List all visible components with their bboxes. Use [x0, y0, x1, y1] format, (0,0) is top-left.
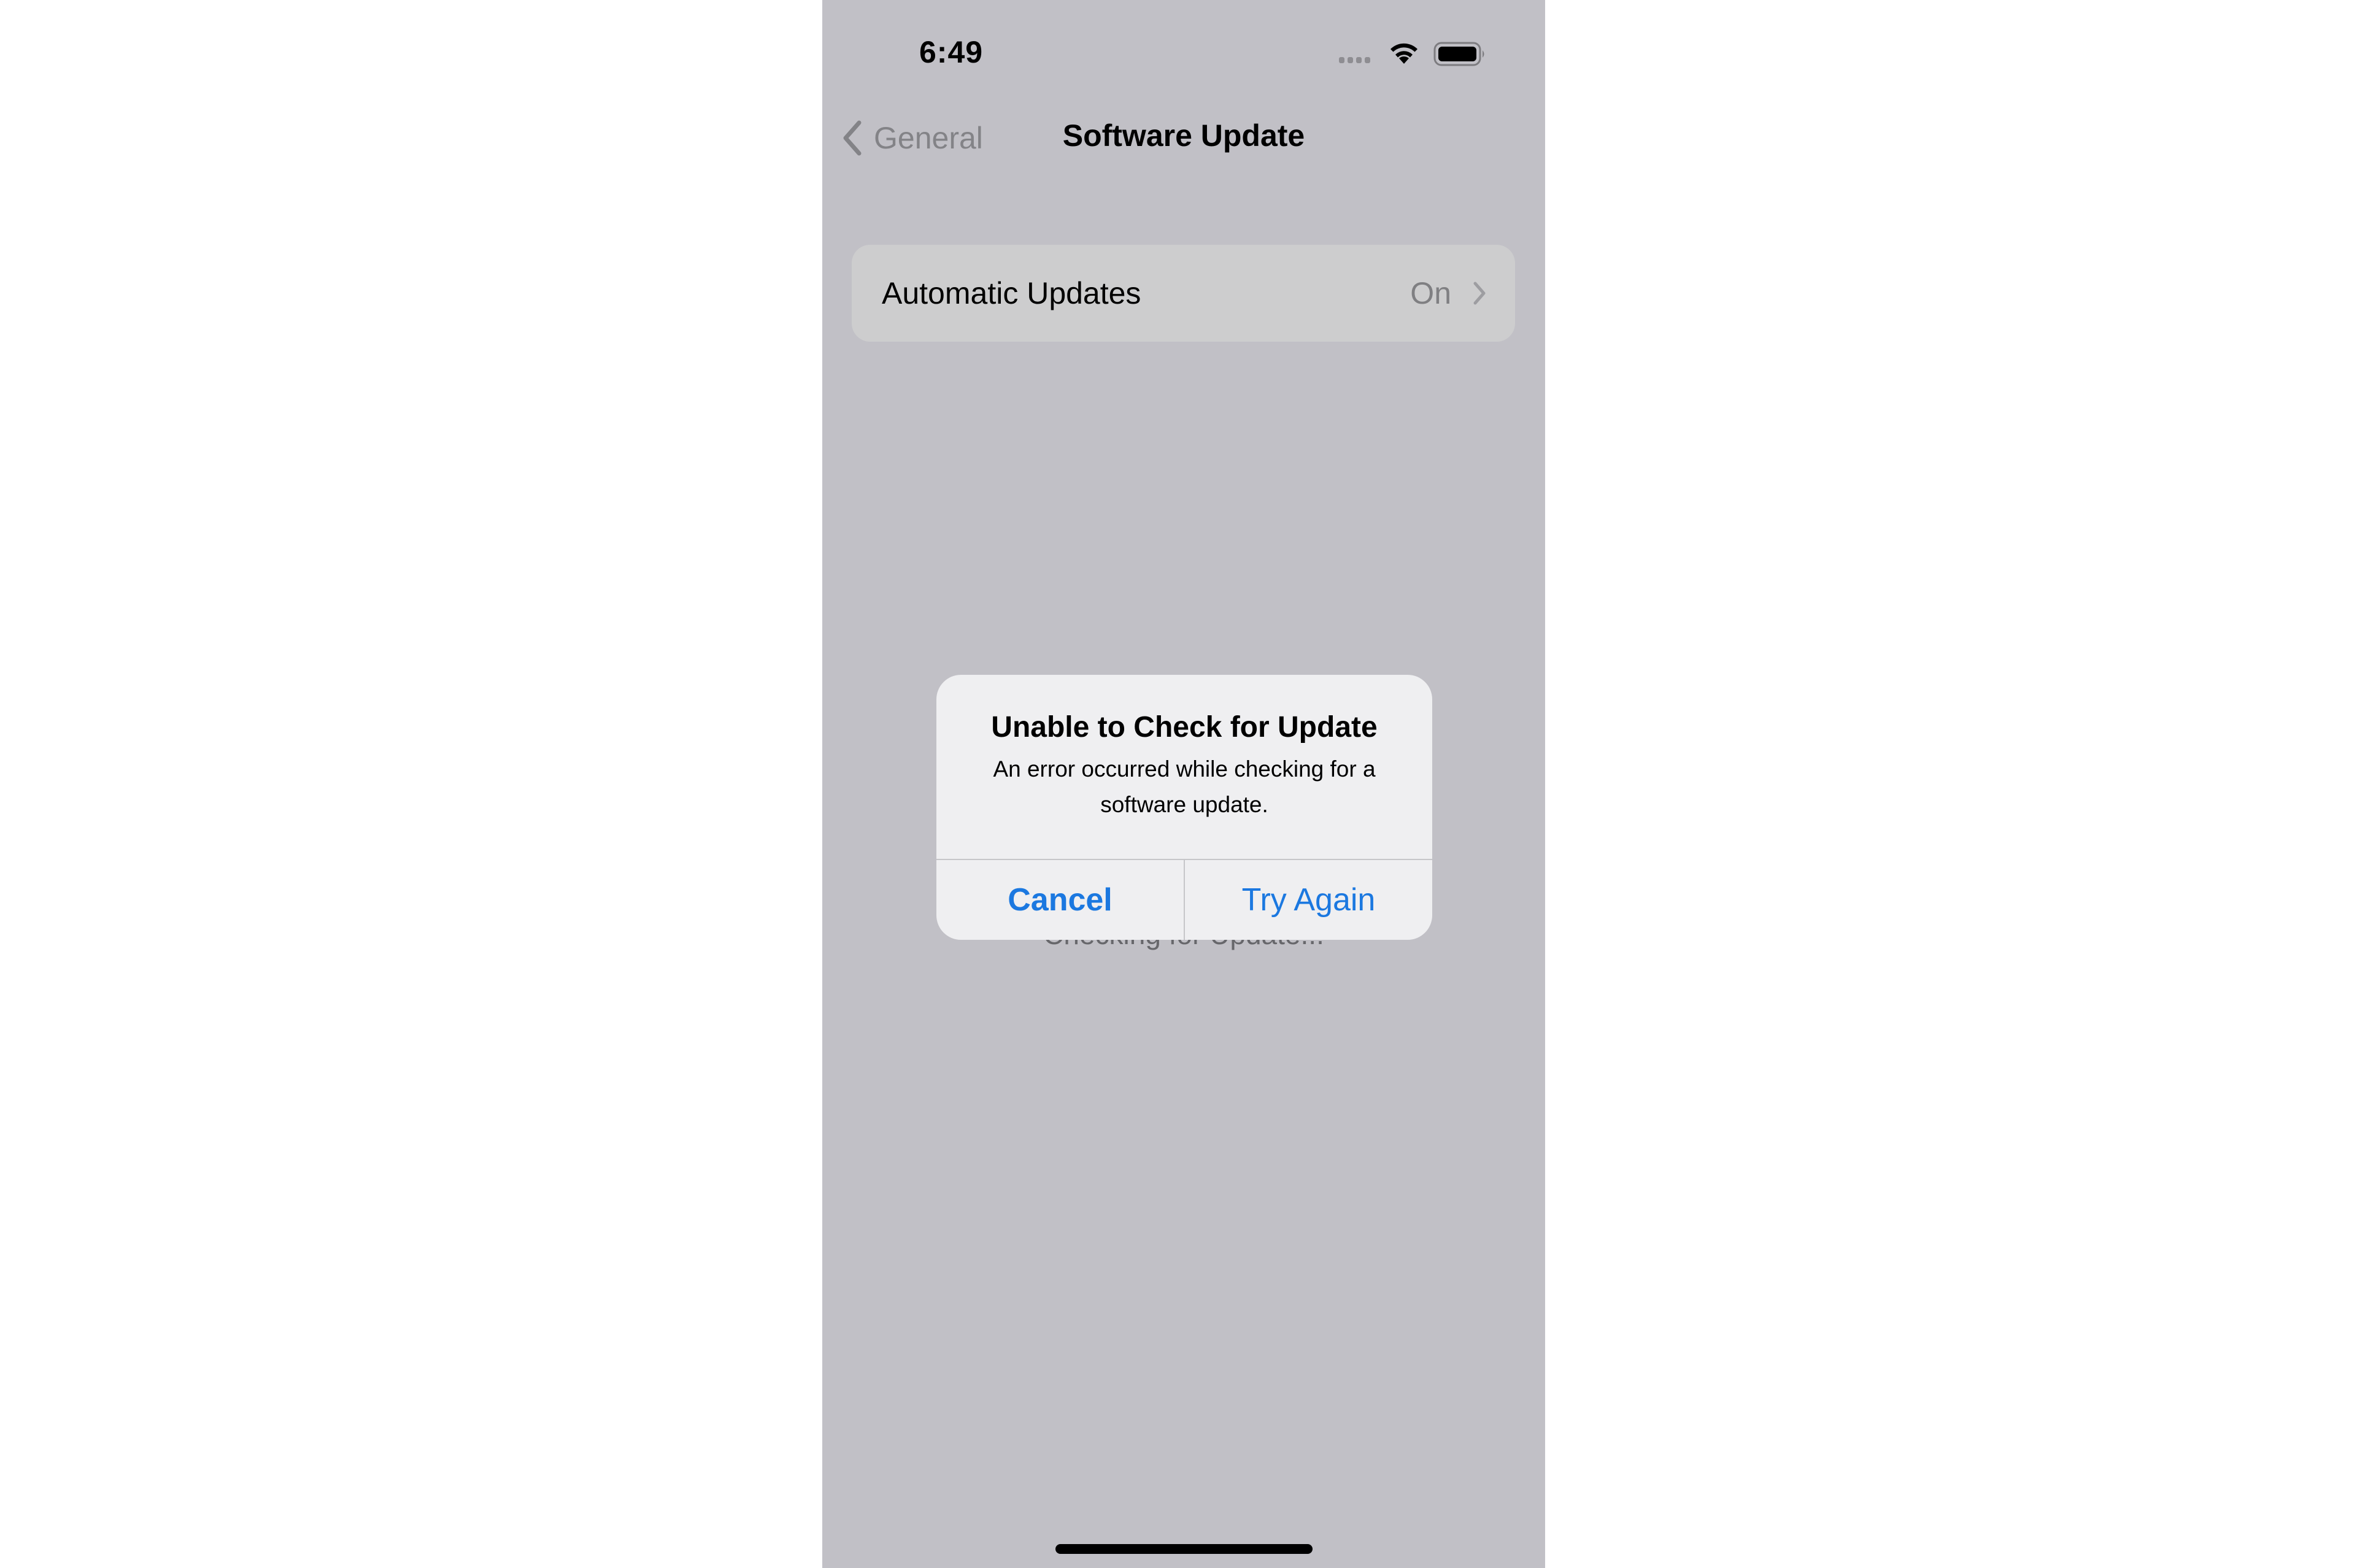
error-alert-dialog: Unable to Check for Update An error occu… [936, 675, 1432, 940]
alert-message: An error occurred while checking for a s… [993, 756, 1376, 817]
row-label: Automatic Updates [882, 276, 1141, 310]
page-title: Software Update [1062, 118, 1305, 153]
status-time: 6:49 [919, 35, 984, 69]
row-value: On [1410, 276, 1451, 310]
home-indicator[interactable] [1055, 1544, 1313, 1554]
cancel-button[interactable]: Cancel [936, 860, 1184, 940]
try-again-button[interactable]: Try Again [1185, 860, 1432, 940]
battery-icon [1433, 42, 1484, 66]
wifi-icon [1390, 43, 1417, 64]
chevron-right-icon [1473, 282, 1486, 305]
signal-dots-icon [1339, 57, 1370, 63]
alert-title: Unable to Check for Update [991, 711, 1378, 744]
phone-screen: 6:49 General Software Update Automatic U… [822, 0, 1545, 1568]
automatic-updates-row[interactable]: Automatic Updates On [852, 245, 1515, 342]
